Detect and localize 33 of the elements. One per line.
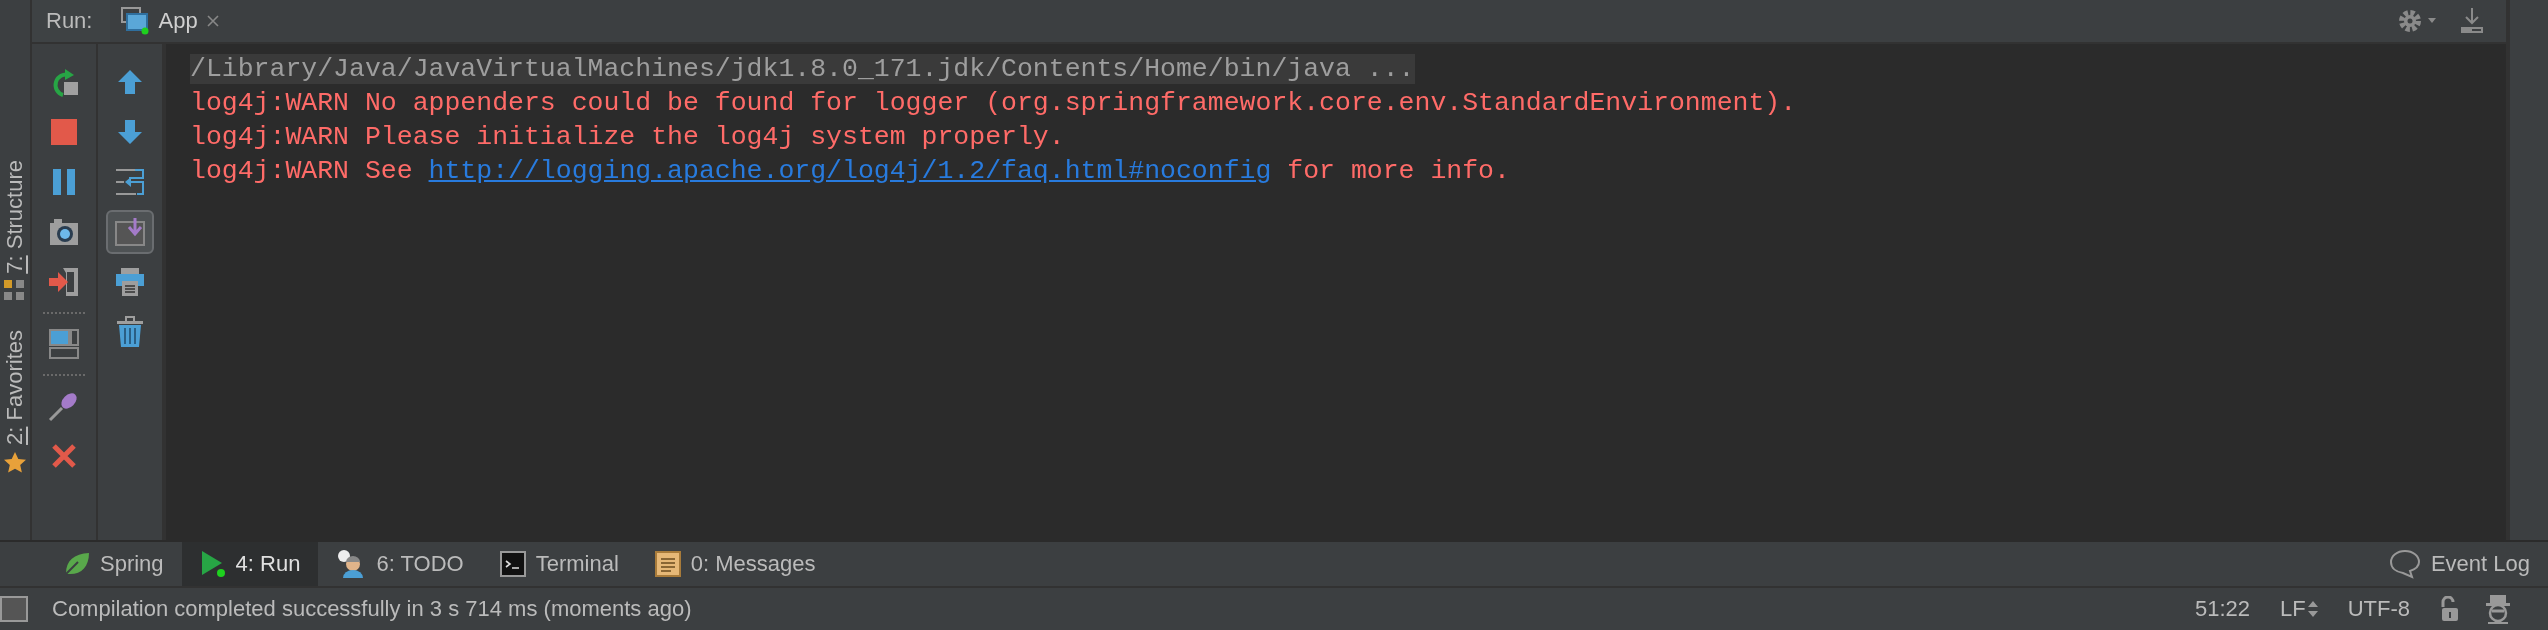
tool-window-tab[interactable]: 6: TODO bbox=[318, 542, 482, 586]
scroll-to-end-icon[interactable] bbox=[106, 210, 154, 254]
terminal-icon bbox=[499, 551, 526, 577]
star-icon bbox=[3, 450, 27, 475]
inspector-icon[interactable] bbox=[2484, 594, 2512, 624]
download-icon[interactable] bbox=[2460, 8, 2484, 34]
event-log-button[interactable]: Event Log bbox=[2370, 542, 2548, 586]
close-icon[interactable] bbox=[205, 14, 220, 28]
tool-window-tab[interactable]: 4: Run bbox=[181, 542, 319, 586]
side-tab[interactable]: 2: Favorites bbox=[2, 329, 28, 445]
tool-window-tab[interactable]: Terminal bbox=[481, 542, 637, 586]
settings-icon[interactable] bbox=[2398, 9, 2438, 33]
tool-window-tab[interactable]: Spring bbox=[46, 542, 182, 586]
structure-icon bbox=[4, 279, 26, 302]
status-message: Compilation completed successfully in 3 s 714 ms (moments ago) bbox=[52, 596, 692, 622]
side-tab[interactable]: 7: Structure bbox=[2, 160, 28, 274]
leaf-icon bbox=[64, 552, 90, 576]
tool-window-tab[interactable]: 0: Messages bbox=[636, 542, 834, 586]
caret-position[interactable]: 51:22 bbox=[2194, 596, 2250, 622]
panel-toggle-icon[interactable] bbox=[0, 595, 28, 623]
log-text: for more info. bbox=[1286, 156, 1510, 186]
lock-icon[interactable] bbox=[2440, 596, 2460, 622]
play-icon bbox=[199, 550, 226, 578]
updown-icon bbox=[2307, 600, 2318, 618]
line-separator-selector[interactable]: LF bbox=[2280, 596, 2318, 622]
speech-bubble-icon bbox=[2388, 549, 2421, 579]
log-text: log4j:WARN See bbox=[190, 156, 414, 186]
window-icon bbox=[120, 7, 151, 35]
help-link[interactable]: http://logging.apache.org/log4j/1.2/faq.html#noconfig bbox=[428, 156, 1272, 186]
log-line: log4j:WARN No appenders could be found for logger (org.springframework.core.env.StandardEnvironment). bbox=[190, 88, 1797, 118]
encoding-selector[interactable]: UTF-8 bbox=[2347, 596, 2410, 622]
log-line: log4j:WARN Please initialize the log4j system properly. bbox=[190, 122, 1065, 152]
messages-icon bbox=[654, 551, 681, 577]
